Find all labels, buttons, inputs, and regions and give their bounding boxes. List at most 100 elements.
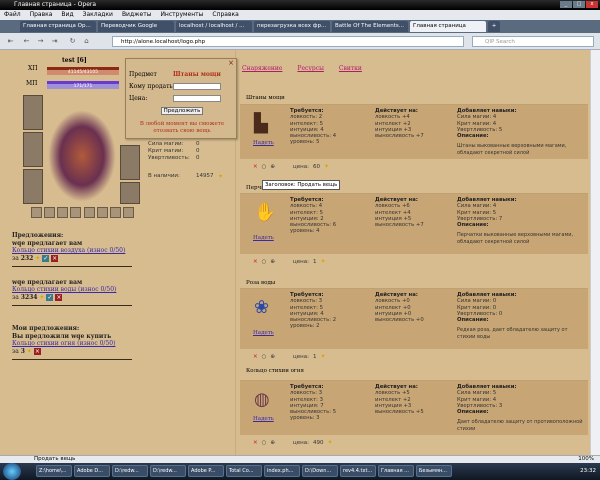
character-stats: Сила магии: 0 Крит магии: 0 Увертливость… — [148, 141, 224, 180]
taskbar-button[interactable]: D:\redw... — [150, 465, 186, 477]
nav-resources[interactable]: Ресурсы — [297, 65, 323, 72]
tab[interactable]: перезагрузка всех фр... — [254, 21, 330, 32]
equip-slot-gloves[interactable] — [23, 169, 43, 204]
belt-slot[interactable] — [97, 207, 108, 218]
belt-slot[interactable] — [84, 207, 95, 218]
wear-button[interactable]: Надеть — [253, 416, 274, 422]
menu-file[interactable]: Файл — [4, 11, 21, 19]
equip-slot-boots[interactable] — [120, 182, 140, 204]
cancel-offer-button[interactable]: × — [33, 347, 41, 355]
belt-slot[interactable] — [57, 207, 68, 218]
menu-edit[interactable]: Правка — [30, 11, 53, 19]
belt-slot[interactable] — [70, 207, 81, 218]
tab-active[interactable]: Главная страница — [410, 21, 486, 32]
belt-slot[interactable] — [123, 207, 134, 218]
wear-button[interactable]: Надеть — [253, 140, 274, 146]
fast-forward-icon[interactable]: ⇥ — [50, 37, 59, 46]
tab[interactable]: Battle Of The Elements... — [332, 21, 408, 32]
item-label: Предмет — [129, 71, 157, 78]
window-titlebar: Главная страница - Opera _ □ x — [0, 0, 600, 10]
start-button[interactable] — [3, 463, 21, 480]
sell-icon[interactable]: ⊕ — [270, 259, 275, 265]
tab[interactable]: Главная страница Op... — [20, 21, 96, 32]
belt-slot[interactable] — [44, 207, 55, 218]
decline-offer-button[interactable]: × — [55, 293, 63, 301]
equip-slot-weapon[interactable] — [23, 132, 43, 167]
recipient-input[interactable] — [173, 83, 221, 90]
menu-view[interactable]: Вид — [61, 11, 73, 19]
delete-icon[interactable]: ✕ — [253, 164, 258, 170]
price-label: цена: — [293, 353, 309, 360]
close-popup-button[interactable]: × — [228, 59, 234, 67]
delete-icon[interactable]: ✕ — [253, 259, 258, 265]
address-input[interactable]: http://alone.localhost/logo.php — [112, 36, 464, 47]
accept-offer-button[interactable]: ✓ — [46, 293, 54, 301]
sell-icon[interactable]: ⊕ — [270, 440, 275, 446]
offers-title: Предложения: — [12, 232, 64, 239]
submit-offer-button[interactable]: Предложить — [161, 107, 203, 115]
taskbar-button[interactable]: Главная ... — [378, 465, 414, 477]
nav-equipment[interactable]: Снаряжение — [242, 65, 282, 72]
forward-icon[interactable]: → — [36, 37, 45, 46]
taskbar-button[interactable]: rev4.4.txt... — [340, 465, 376, 477]
decline-offer-button[interactable]: × — [51, 254, 59, 262]
close-button[interactable]: x — [586, 1, 598, 8]
menu-tools[interactable]: Инструменты — [160, 11, 203, 19]
effect: выносливость +0 — [375, 317, 424, 324]
taskbar-button[interactable]: Total Co... — [226, 465, 262, 477]
item-icon: ✋ — [254, 202, 277, 223]
offer-item-link[interactable]: Кольцо стихии воздуха (износ 0/50) — [12, 247, 125, 254]
equip-slot-armor[interactable] — [120, 145, 140, 180]
requirement: уровень: 2 — [290, 323, 320, 330]
menu-bookmarks[interactable]: Закладки — [83, 11, 113, 19]
circle-icon[interactable]: ○ — [262, 259, 267, 265]
my-offer-item: Вы предложили wqe купить Кольцо стихии ог… — [12, 332, 116, 355]
taskbar-button[interactable]: index.ph... — [264, 465, 300, 477]
delete-icon[interactable]: ✕ — [253, 440, 258, 446]
circle-icon[interactable]: ○ — [262, 440, 267, 446]
circle-icon[interactable]: ○ — [262, 164, 267, 170]
tab[interactable]: localhost / localhost / ... — [176, 21, 252, 32]
coin-icon: ✦ — [218, 173, 224, 180]
character-avatar — [48, 110, 116, 202]
zoom-level[interactable]: 100% — [578, 456, 594, 462]
wear-button[interactable]: Надеть — [253, 235, 274, 241]
menu-help[interactable]: Справка — [212, 11, 238, 19]
taskbar-button[interactable]: D:\Down... — [302, 465, 338, 477]
item-description: Перчатки выкованные верховными магами, о… — [457, 232, 574, 245]
popup-note: В любой момент вы сможете отозвать свою … — [139, 121, 225, 134]
back-icon[interactable]: ← — [22, 37, 31, 46]
price-input[interactable] — [173, 95, 221, 102]
new-tab-button[interactable]: + — [488, 21, 500, 32]
offer-item-link[interactable]: Кольцо стихии воды (износ 0/50) — [12, 286, 116, 293]
accept-offer-button[interactable]: ✓ — [42, 254, 50, 262]
nav-scrolls[interactable]: Свитки — [339, 65, 362, 72]
menu-widgets[interactable]: Виджеты — [122, 11, 152, 19]
taskbar-button[interactable]: Adobe P... — [188, 465, 224, 477]
rewind-icon[interactable]: ⇤ — [6, 37, 15, 46]
equip-slot-helmet[interactable] — [23, 95, 43, 130]
belt-slot[interactable] — [110, 207, 121, 218]
sell-icon[interactable]: ⊕ — [270, 164, 275, 170]
wear-button[interactable]: Надеть — [253, 330, 274, 336]
tab[interactable]: Переводчик Google — [98, 21, 174, 32]
offer-item-link[interactable]: Кольцо стихии огня (износ 0/50) — [12, 340, 115, 347]
sell-icon[interactable]: ⊕ — [270, 354, 275, 360]
coin-icon: ✦ — [35, 254, 41, 262]
item-title: Штаны мощи — [246, 95, 285, 101]
maximize-button[interactable]: □ — [573, 1, 585, 8]
minimize-button[interactable]: _ — [560, 1, 572, 8]
taskbar-button[interactable]: Безымян... — [416, 465, 452, 477]
circle-icon[interactable]: ○ — [262, 354, 267, 360]
taskbar-button[interactable]: Adobe D... — [74, 465, 110, 477]
delete-icon[interactable]: ✕ — [253, 354, 258, 360]
reload-icon[interactable]: ↻ — [68, 37, 77, 46]
page-content: test [6] ХП 41145/43105 МП 171/171 Сила … — [0, 50, 590, 455]
vertical-scrollbar[interactable] — [590, 50, 600, 455]
taskbar-button[interactable]: Z:\home\... — [36, 465, 72, 477]
home-icon[interactable]: ⌂ — [82, 37, 91, 46]
taskbar-button[interactable]: D:\redw... — [112, 465, 148, 477]
item-card: ✋ Надеть Требуется: ловкость: 4 интелект: … — [240, 193, 588, 254]
search-input[interactable]: QIP Search — [472, 36, 594, 47]
belt-slot[interactable] — [31, 207, 42, 218]
